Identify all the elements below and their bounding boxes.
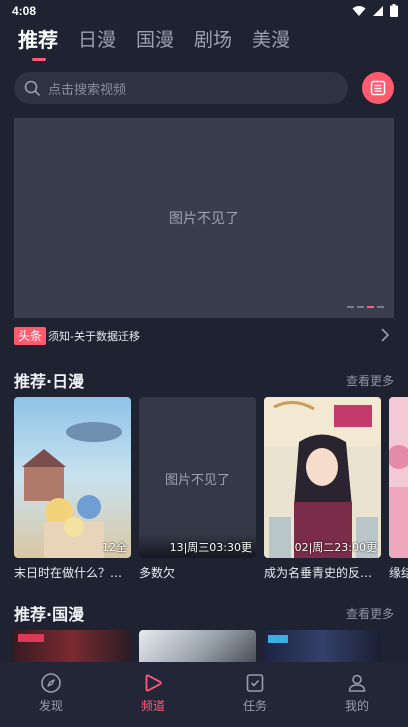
poster-art <box>264 397 381 558</box>
carousel-dot <box>377 306 384 308</box>
anime-poster <box>389 397 408 558</box>
list-icon <box>370 80 386 96</box>
banner-missing-text: 图片不见了 <box>169 211 239 227</box>
nav-discover[interactable]: 发现 <box>0 662 102 727</box>
tab-theater[interactable]: 剧场 <box>194 28 232 52</box>
anime-poster: 12全 <box>14 397 131 558</box>
anime-poster-missing: 图片不见了 13|周三03:30更 <box>139 397 256 558</box>
anime-title: 缘结 <box>389 566 408 580</box>
search-placeholder: 点击搜索视频 <box>48 82 127 98</box>
tab-american-anime[interactable]: 美漫 <box>252 28 290 52</box>
search-bar[interactable]: 点击搜索视频 <box>14 72 348 104</box>
poster-art <box>14 397 131 558</box>
tab-chinese-anime[interactable]: 国漫 <box>136 28 174 52</box>
anime-poster: 02|周二23:00更 <box>264 397 381 558</box>
status-bar: 4:08 <box>0 0 408 24</box>
section-title: 推荐·日漫 <box>14 372 85 391</box>
episode-badge: 13|周三03:30更 <box>169 541 252 554</box>
tab-recommend[interactable]: 推荐 <box>18 28 58 61</box>
section-header-chinese: 推荐·国漫 查看更多 <box>14 601 394 624</box>
poster-art <box>389 397 408 558</box>
episode-badge: 12全 <box>102 541 127 554</box>
headline-text: 须知-关于数据迁移 <box>48 330 140 343</box>
nav-label: 发现 <box>38 699 63 713</box>
anime-card[interactable]: 02|周二23:00更 成为名垂青史的反… <box>264 397 381 581</box>
headline-notice[interactable]: 头条 须知-关于数据迁移 <box>14 326 394 346</box>
bottom-navigation: 发现 频道 任务 我的 <box>0 662 408 727</box>
thumbnail-logo <box>18 634 44 642</box>
anime-card[interactable]: 图片不见了 13|周三03:30更 多数欠 <box>139 397 256 581</box>
battery-icon <box>390 4 398 17</box>
headline-tag: 头条 <box>14 327 47 345</box>
carousel-indicator <box>347 306 384 308</box>
carousel-dot <box>357 306 364 308</box>
anime-thumbnail[interactable] <box>139 630 256 662</box>
carousel-dot-active <box>367 306 374 308</box>
anime-title: 末日时在做什么？… <box>14 566 123 580</box>
chinese-anime-row <box>14 630 408 662</box>
see-more-link[interactable]: 查看更多 <box>346 605 394 622</box>
tab-japanese-anime[interactable]: 日漫 <box>78 28 116 52</box>
banner-carousel[interactable]: 图片不见了 <box>14 118 394 318</box>
status-time: 4:08 <box>12 4 37 18</box>
nav-label: 频道 <box>140 699 165 713</box>
thumbnail-logo <box>268 635 288 643</box>
compass-icon <box>41 673 61 693</box>
play-icon <box>145 674 162 692</box>
schedule-list-button[interactable] <box>362 72 394 104</box>
section-header-japanese: 推荐·日漫 查看更多 <box>14 368 394 391</box>
section-title: 推荐·国漫 <box>14 605 85 624</box>
task-check-icon <box>246 674 264 692</box>
wifi-icon <box>352 5 366 16</box>
japanese-anime-row: 12全 末日时在做什么？… 图片不见了 13|周三03:30更 多数欠 02|周… <box>14 397 408 583</box>
anime-card[interactable]: 缘结 <box>389 397 408 581</box>
nav-label: 任务 <box>242 699 267 713</box>
anime-thumbnail[interactable] <box>14 630 131 662</box>
nav-tasks[interactable]: 任务 <box>204 662 306 727</box>
chevron-right-icon <box>381 328 390 342</box>
cellular-icon <box>373 5 383 16</box>
episode-badge: 02|周二23:00更 <box>294 541 377 554</box>
poster-missing-text: 图片不见了 <box>164 473 230 488</box>
category-tabs: 推荐 日漫 国漫 剧场 美漫 <box>18 28 290 61</box>
anime-title: 成为名垂青史的反… <box>264 566 373 580</box>
nav-channel[interactable]: 频道 <box>102 662 204 727</box>
search-icon <box>24 80 40 96</box>
carousel-dot <box>347 306 354 308</box>
anime-title: 多数欠 <box>139 566 176 580</box>
nav-label: 我的 <box>344 699 369 713</box>
anime-card[interactable]: 12全 末日时在做什么？… <box>14 397 131 581</box>
anime-thumbnail[interactable] <box>264 630 381 662</box>
see-more-link[interactable]: 查看更多 <box>346 372 394 389</box>
nav-mine[interactable]: 我的 <box>306 662 408 727</box>
user-icon <box>348 674 366 692</box>
